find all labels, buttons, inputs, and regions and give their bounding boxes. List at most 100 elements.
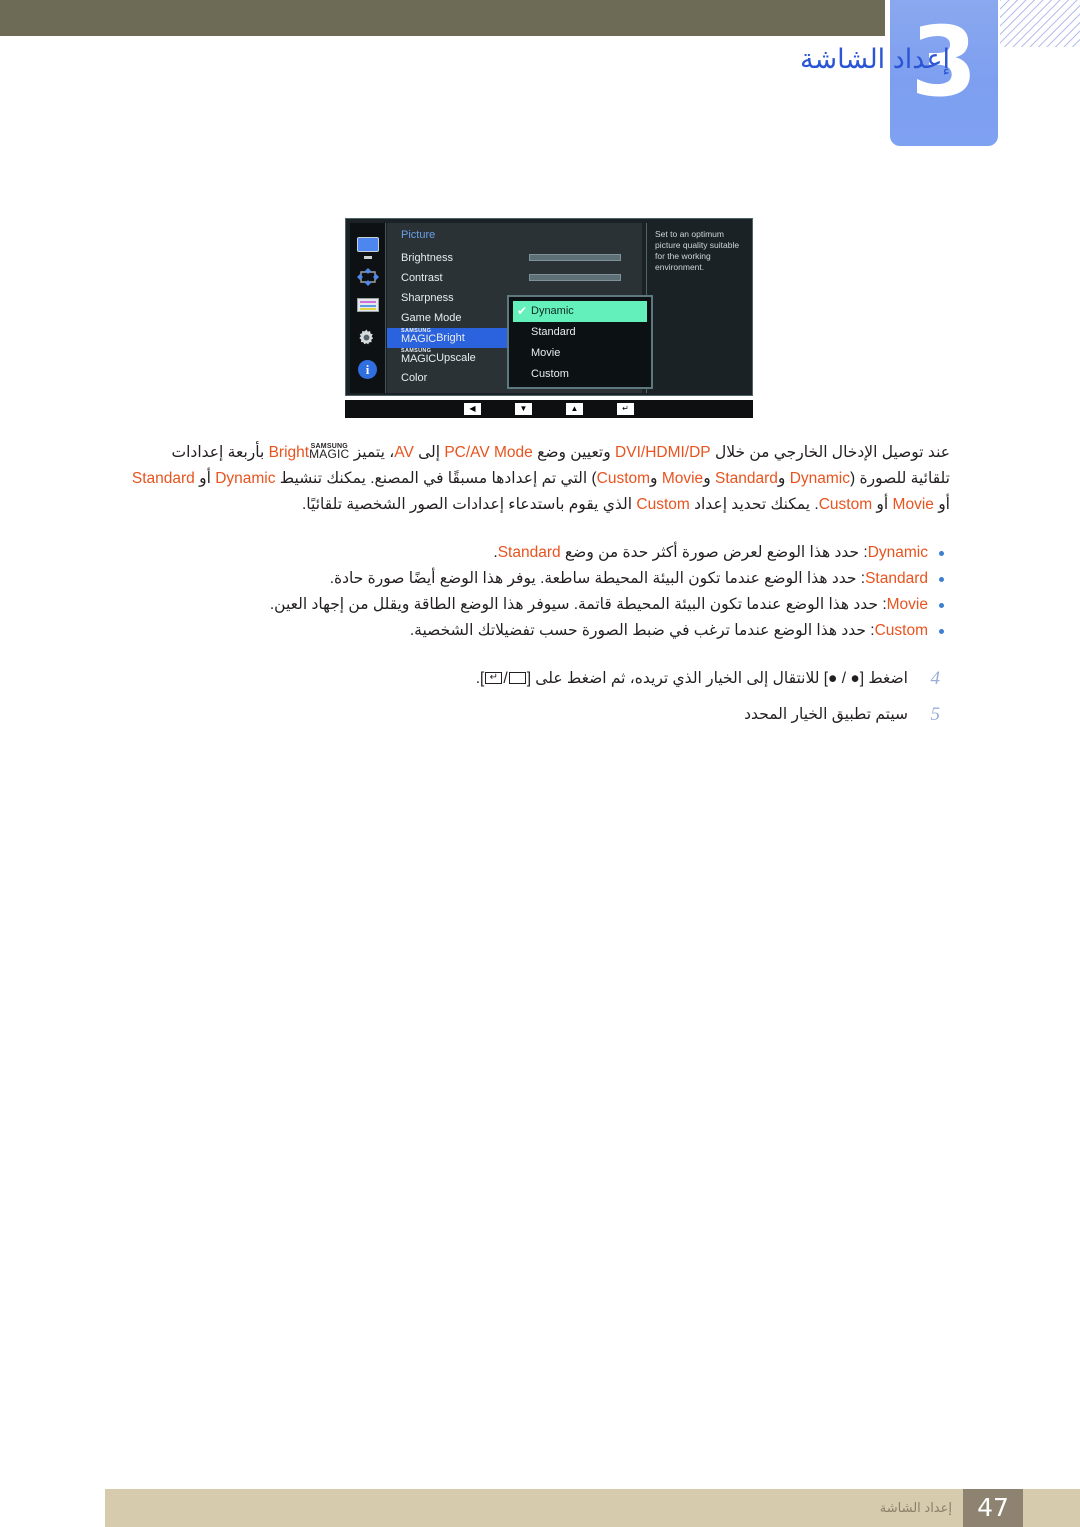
bullet-text: : حدد هذا الوضع عندما تكون البيئة المحيط… [329,570,866,587]
step-number: 4 [930,668,941,689]
token-custom-3: Custom [636,496,690,513]
bullet-token: Movie [886,596,928,613]
para-text: و [650,470,662,487]
osd-row-label: Color [401,372,428,384]
osd-key-guide-bar: ◀ ▼ ▲ ↵ [345,400,753,418]
osd-row-label: Sharpness [401,292,454,304]
popup-item-label: Dynamic [531,305,574,317]
magicbright-suffix: Bright [436,332,465,345]
para-text: أو [194,470,216,487]
step-text: ] للانتقال إلى الخيار الذي تريده، ثم اضغ… [526,670,829,687]
magicupscale-logo: SAMSUNG MAGIC [401,349,436,365]
osd-row-contrast[interactable]: Contrast 75 [401,268,665,288]
list-item: Custom: حدد هذا الوضع عندما ترغب في ضبط … [200,618,950,644]
para-text: الذي يقوم باستدعاء إعدادات الصور الشخصية… [302,496,637,513]
info-icon[interactable]: i [358,359,377,379]
footer-section-label: إعداد الشاشة [879,1500,952,1515]
osd-row-label: Game Mode [401,312,462,324]
token-av: AV [394,444,414,461]
magicbright-options-popup[interactable]: ✔ Dynamic Standard Movie Custom [507,295,653,389]
bullet-text: : حدد هذا الوضع عندما تكون البيئة المحيط… [269,596,887,613]
step-5: 5 سيتم تطبيق الخيار المحدد [160,700,950,730]
para-text: بأربعة [227,444,269,461]
para-text: ) التي تم إعدادها مسبقًا في المصنع. يمكن… [275,470,597,487]
page-number: 47 [963,1489,1023,1527]
para-text: وتعيين وضع [532,444,616,461]
token-custom: Custom [596,470,651,487]
para-text: أو [933,496,950,513]
osd-help-panel: Set to an optimum picture quality suitab… [646,223,750,393]
token-dynamic: Dynamic [789,470,850,487]
magicbright-inline-logo: SAMSUNG MAGIC [309,443,349,460]
osd-row-label: Contrast [401,272,443,284]
popup-item-custom[interactable]: Custom [509,364,651,385]
bullet-token: Standard [865,570,928,587]
token-standard-2: Standard [131,470,195,487]
numbered-steps: 4 اضغط [● / ●] للانتقال إلى الخيار الذي … [0,664,1080,736]
key-enter-icon[interactable]: ↵ [617,403,634,415]
osd-menu-title: Picture [401,229,436,241]
para-text: عند توصيل الإدخال الخارجي من خلال [710,444,950,461]
brightness-slider[interactable] [529,254,621,261]
osd-row-label: Brightness [401,252,453,264]
popup-item-dynamic[interactable]: ✔ Dynamic [513,301,647,322]
step-text: سيتم تطبيق الخيار المحدد [744,706,908,723]
step-text: اضغط [ [859,670,908,687]
step-text: ]. [475,670,485,687]
step-4: 4 اضغط [● / ●] للانتقال إلى الخيار الذي … [160,664,950,694]
osd-display-icon[interactable] [356,298,379,316]
osd-screenshot: i Picture Brightness 100 Contrast 75 Sha… [345,218,753,418]
token-movie: Movie [661,470,704,487]
token-custom-2: Custom [818,496,873,513]
bullet-token: Custom [874,622,928,639]
osd-window: i Picture Brightness 100 Contrast 75 Sha… [345,218,753,396]
bullet-text: : حدد هذا الوضع عندما ترغب في ضبط الصورة… [409,622,875,639]
popup-item-label: Custom [531,368,569,380]
magicbright-logo: SAMSUNG MAGIC [401,329,436,345]
step-text: / [503,670,508,687]
magic-wordmark: MAGIC [309,447,350,462]
monitor-icon[interactable] [356,237,379,255]
token-dynamic-2: Dynamic [215,470,276,487]
popup-item-standard[interactable]: Standard [509,322,651,343]
key-up-icon[interactable]: ▲ [566,403,583,415]
popup-item-movie[interactable]: Movie [509,343,651,364]
step-number: 5 [930,704,941,725]
bullet-text: : حدد هذا الوضع لعرض صورة أكثر حدة من وض… [560,544,868,561]
intro-paragraph: عند توصيل الإدخال الخارجي من خلال DVI/HD… [0,440,1080,518]
para-text: إلى [413,444,445,461]
token-dvi-hdmi-dp: DVI/HDMI/DP [615,444,711,461]
gear-icon[interactable] [357,329,379,347]
magic-wordmark: MAGIC [401,332,437,345]
magic-wordmark: MAGIC [401,352,437,365]
osd-row-brightness[interactable]: Brightness 100 [401,248,665,268]
key-back-icon[interactable]: ◀ [464,403,481,415]
popup-item-label: Movie [531,347,561,359]
bullet-token-2: Standard [497,544,561,561]
magicbright-inline-suffix: Bright [268,444,310,461]
bullet-token: Dynamic [867,544,928,561]
token-movie-2: Movie [892,496,934,513]
check-icon: ✔ [517,304,528,318]
key-menu-icon [508,671,526,684]
token-standard: Standard [714,470,778,487]
header-color-band [0,0,885,36]
directional-pad-icon[interactable] [356,267,379,286]
para-text: . يمكنك تحديد إعداد [689,496,819,513]
mode-description-list: Dynamic: حدد هذا الوضع لعرض صورة أكثر حد… [0,540,1080,644]
osd-icon-sidebar[interactable]: i [350,223,386,393]
para-text: و [703,470,715,487]
list-item: Dynamic: حدد هذا الوضع لعرض صورة أكثر حد… [200,540,950,566]
header-hatch-decoration [1000,0,1080,47]
key-enter-icon [485,671,503,684]
page-title: إعداد الشاشة [800,44,950,74]
token-pc-av-mode: PC/AV Mode [444,444,533,461]
contrast-slider[interactable] [529,274,621,281]
magicupscale-suffix: Upscale [436,352,476,365]
key-dot-icon: ● [850,670,860,687]
step-text: / [837,670,851,687]
para-text: و [777,470,790,487]
para-text: ، يتميز [349,444,395,461]
key-down-icon[interactable]: ▼ [515,403,532,415]
popup-item-label: Standard [531,326,576,338]
